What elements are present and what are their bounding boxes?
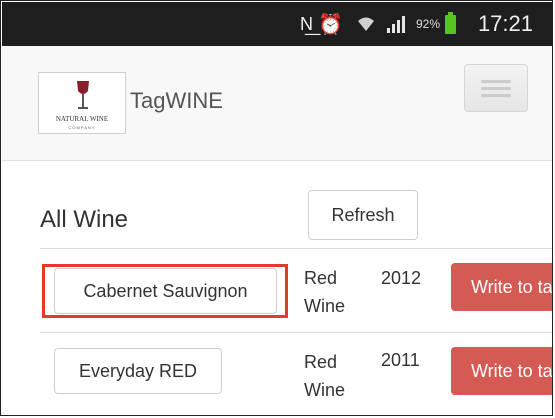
- wine-type-line2: Wine: [304, 296, 346, 316]
- clock: 17:21: [477, 11, 533, 36]
- write-to-tag-button[interactable]: Write to tag: [451, 263, 553, 311]
- wine-type-line2: Wine: [304, 380, 346, 400]
- table-divider: [40, 248, 553, 249]
- alarm-icon: ⏰: [318, 13, 343, 36]
- battery-icon: [445, 12, 456, 34]
- write-to-tag-button[interactable]: Write to tag: [451, 347, 553, 395]
- wine-type: Red Wine: [304, 264, 345, 320]
- signal-icon: [387, 16, 405, 33]
- wine-year: 2012: [381, 268, 422, 288]
- refresh-button[interactable]: Refresh: [308, 190, 418, 240]
- wine-year: 2011: [381, 350, 420, 370]
- navbar: NATURAL WINE COMPANY TagWINE: [2, 46, 553, 161]
- wine-glass-icon: [77, 81, 89, 109]
- hamburger-menu-icon[interactable]: [464, 64, 528, 112]
- logo-subtext: COMPANY: [68, 125, 96, 130]
- brand-logo[interactable]: NATURAL WINE COMPANY: [38, 72, 126, 134]
- wine-name-button[interactable]: Cabernet Sauvignon: [54, 268, 277, 314]
- nfc-icon: N͟: [300, 13, 313, 34]
- wifi-icon: [357, 2, 375, 46]
- battery-percent: 92%: [415, 17, 440, 31]
- wine-type-line1: Red: [304, 268, 338, 288]
- wine-type: Red Wine: [304, 348, 345, 404]
- wine-name-button[interactable]: Everyday RED: [54, 348, 222, 394]
- phone-screen: N͟ ⏰ 92% 17:21 NATURAL WINE COMPANY TagW…: [2, 2, 553, 416]
- row-divider: [40, 332, 553, 333]
- logo-text: NATURAL WINE: [55, 115, 109, 123]
- status-bar: N͟ ⏰ 92% 17:21: [2, 2, 553, 46]
- brand-name[interactable]: TagWINE: [130, 88, 223, 114]
- wine-type-line1: Red: [304, 352, 338, 372]
- page-title: All Wine: [40, 206, 129, 233]
